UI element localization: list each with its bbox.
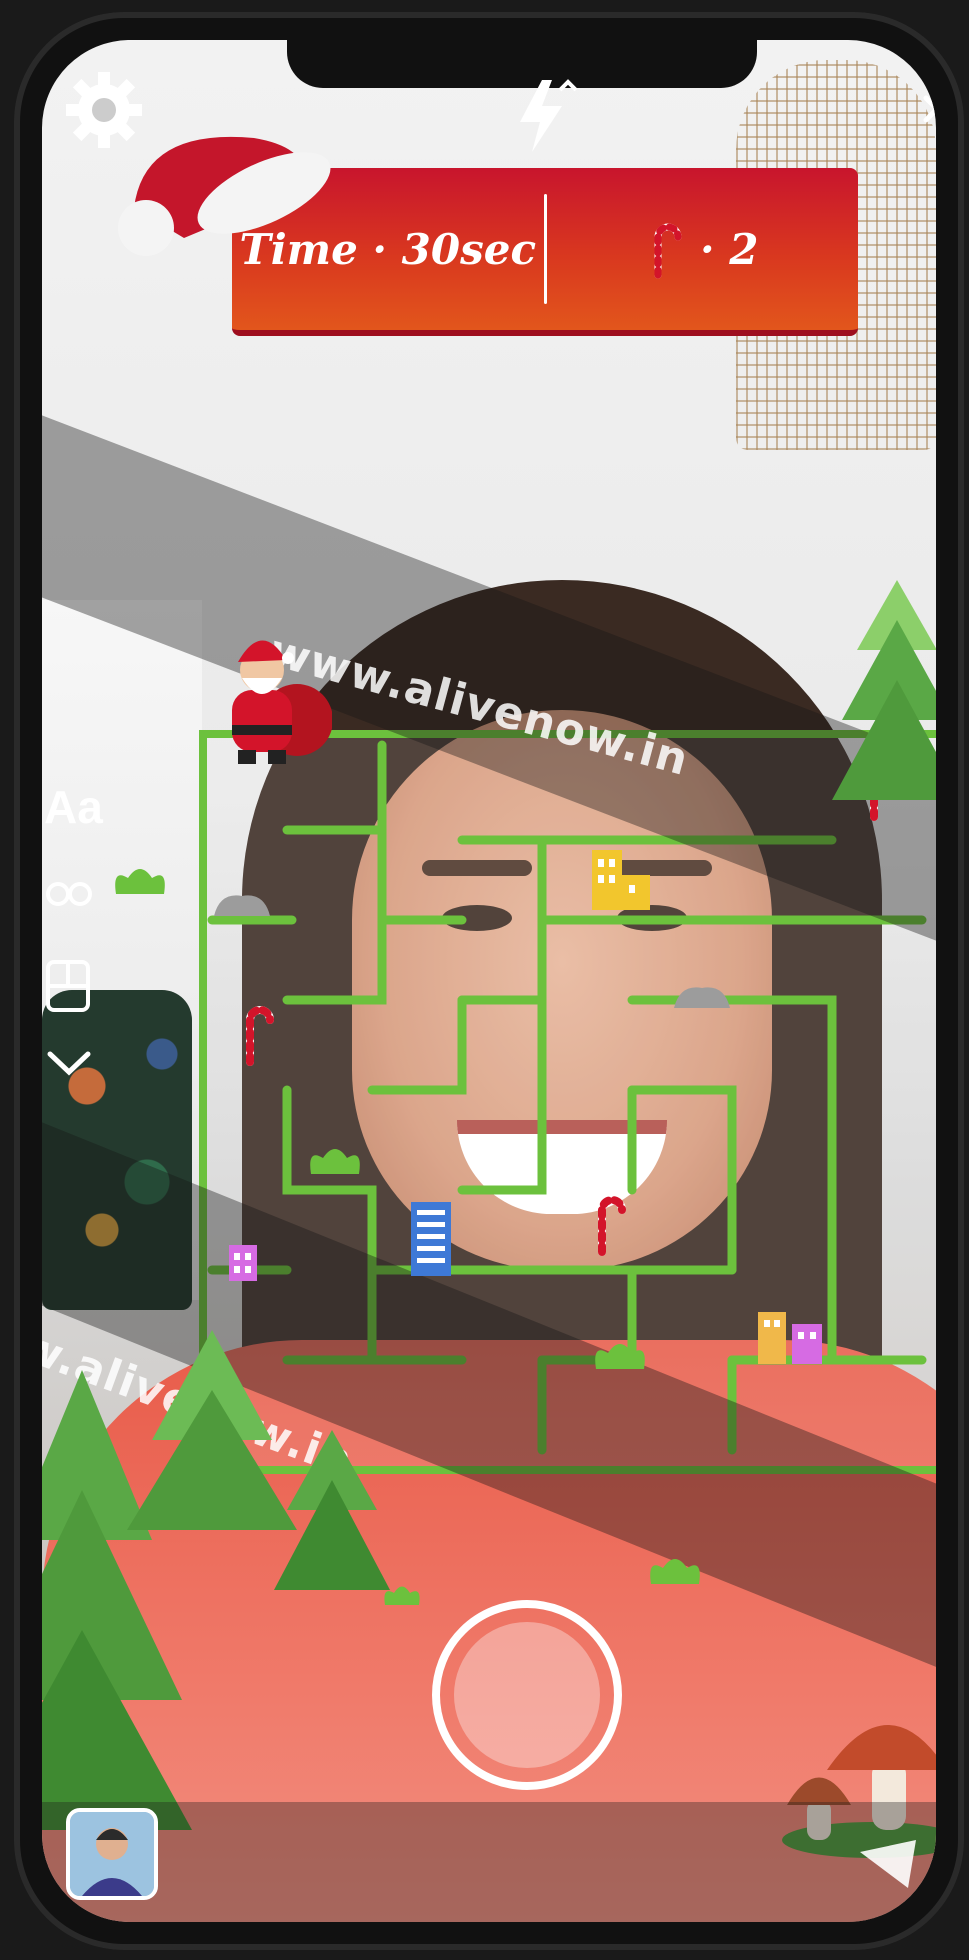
candy-cane-icon bbox=[654, 223, 682, 279]
santa-hat-icon bbox=[118, 136, 331, 256]
candy-cane-icon bbox=[246, 1006, 274, 1066]
capture-button-inner bbox=[454, 1622, 600, 1768]
houses-icon bbox=[758, 1312, 822, 1364]
bottom-bar bbox=[42, 1802, 936, 1922]
rock-icon bbox=[214, 895, 270, 916]
bush-icon bbox=[115, 869, 165, 894]
layout-icon[interactable] bbox=[44, 958, 94, 1014]
chevron-down-icon[interactable] bbox=[44, 1048, 94, 1078]
rock-icon bbox=[674, 987, 730, 1008]
profile-avatar[interactable] bbox=[66, 1808, 158, 1900]
boomerang-icon[interactable] bbox=[44, 874, 94, 914]
side-toolbar: Aa bbox=[44, 780, 103, 1078]
capture-button[interactable] bbox=[432, 1600, 622, 1790]
camera-screen: www.alivenow.in w.alivenow.in Aa bbox=[42, 40, 936, 1922]
tree-icon bbox=[832, 580, 936, 800]
purple-house-icon bbox=[229, 1245, 257, 1281]
tree-icon bbox=[274, 1430, 390, 1590]
bush-icon bbox=[650, 1559, 700, 1584]
bush-icon bbox=[595, 1344, 645, 1369]
send-icon[interactable] bbox=[856, 1832, 926, 1892]
yellow-building-icon bbox=[592, 850, 650, 910]
phone-frame: www.alivenow.in w.alivenow.in Aa bbox=[14, 12, 964, 1950]
blue-building-icon bbox=[411, 1202, 451, 1276]
santa-icon bbox=[232, 640, 332, 764]
candy-count: · 2 bbox=[700, 224, 759, 274]
flash-icon[interactable] bbox=[512, 76, 582, 156]
close-icon[interactable] bbox=[922, 90, 936, 140]
candy-counter: · 2 bbox=[547, 219, 859, 279]
avatar-image bbox=[70, 1812, 154, 1896]
bush-icon bbox=[310, 1149, 360, 1174]
text-tool-button[interactable]: Aa bbox=[44, 780, 103, 834]
candy-cane-icon bbox=[598, 1196, 626, 1256]
